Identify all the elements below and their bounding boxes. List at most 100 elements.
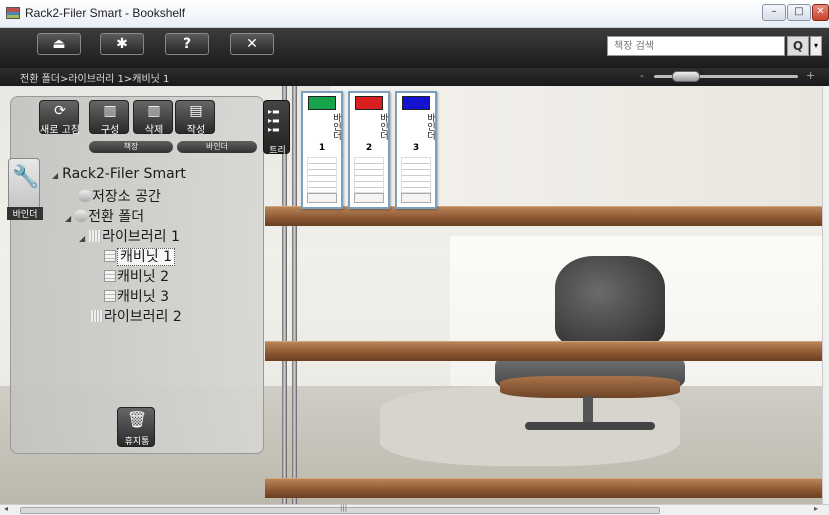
binder-tab[interactable]: 🔧 바인더 [7,158,43,220]
gear-icon: ✱ [116,36,128,52]
bookshelf-icon: ▥ [103,103,117,119]
binder-title: 바인더 [378,112,388,140]
binder-add-icon: ▤ [189,103,203,119]
binder-color-label [355,96,383,110]
tree-node-label: 캐비닛 1 [117,248,175,266]
expand-arrow-icon: ◢ [52,171,59,180]
binder-spine-lines [401,157,431,193]
binder-ring-hole [354,193,384,203]
chevron-down-icon: ▾ [813,41,818,50]
window-title: Rack2-Filer Smart - Bookshelf [25,6,186,20]
binder-title: 바인더 [331,112,341,140]
zoom-out-button[interactable]: - [640,69,644,82]
tree-node-label: 라이브러리 1 [102,229,180,245]
trash-label: 휴지통 [124,437,150,447]
minimize-button[interactable]: – [762,4,786,21]
exit-button[interactable]: ✕ [230,33,274,55]
vertical-scrollbar[interactable] [822,86,829,504]
scroll-right-icon[interactable]: ▸ [814,504,818,513]
tree-node-label: Rack2-Filer Smart [62,166,186,182]
search-icon: Q [792,39,804,53]
zoom-slider-thumb[interactable] [671,71,700,82]
binder-spine-lines [307,157,337,193]
binder-ring-hole [307,193,337,203]
search-options-dropdown[interactable]: ▾ [810,36,822,56]
close-window-button[interactable]: ✕ [812,4,829,21]
scroll-left-icon[interactable]: ◂ [4,504,8,513]
trash-button[interactable]: 🗑 휴지통 [117,407,155,447]
horizontal-scrollbar[interactable]: ◂ ||| ▸ [0,504,829,515]
shelf-board-1 [265,206,822,226]
bookshelf-delete-icon: ▥ [147,103,161,119]
tree-node-storage[interactable]: 저장소 공간 [79,186,161,206]
binder-color-label [402,96,430,110]
compose-label: 구성 [100,125,120,136]
wrench-icon: 🔧 [12,165,40,190]
delete-label: 삭제 [144,125,164,136]
breadcrumb: 전환 폴더>라이브러리 1>캐비닛 1 [20,74,170,85]
scrollbar-grip-icon: ||| [340,504,348,512]
lounge-chair-base [525,422,655,430]
tree-tab-label: 트리 [269,146,286,156]
close-icon: ✕ [246,36,258,52]
search-button[interactable]: Q [787,36,809,56]
delete-bookshelf-button[interactable]: ▥ 삭제 [133,100,173,136]
tree-node-cabinet-3[interactable]: 캐비닛 3 [104,286,169,306]
binder-ring-hole [401,193,431,203]
library-icon [91,310,103,322]
binder-tab-label: 바인더 [7,207,43,220]
eject-button[interactable]: ⏏ [37,33,81,55]
binder-number: 1 [318,143,326,153]
cabinet-icon [104,290,116,302]
tree-node-cabinet-1[interactable]: 캐비닛 1 [104,246,175,266]
binder-1[interactable]: 바인더 1 [301,91,343,209]
expand-arrow-icon: ◢ [65,214,72,223]
refresh-icon: ⟳ [54,103,66,119]
tree-node-label: 라이브러리 2 [104,309,182,325]
storage-icon [75,210,88,222]
lounge-chair-back [555,256,665,346]
storage-icon [79,190,91,202]
shelf-pole [292,86,297,504]
tree-node-label: 캐비닛 3 [117,289,169,305]
tree-node-convert-folder[interactable]: ◢ 전환 폴더 [65,206,144,226]
eject-icon: ⏏ [52,36,66,52]
help-icon: ? [182,36,192,52]
binder-title: 바인더 [425,112,435,140]
library-icon [89,230,102,242]
maximize-button[interactable]: □ [787,4,811,21]
tree-node-library-1[interactable]: ◢ 라이브러리 1 [79,226,180,246]
tree-node-label: 저장소 공간 [92,189,161,205]
cabinet-icon [104,250,116,262]
bookshelf-group-label: 책장 [89,141,173,153]
refresh-label: 새로 고침 [40,125,80,136]
binder-color-label [308,96,336,110]
binder-number: 2 [365,143,373,153]
settings-button[interactable]: ✱ [100,33,144,55]
create-binder-button[interactable]: ▤ 작성 [175,100,215,136]
tree-node-label: 캐비닛 2 [117,269,169,285]
create-label: 작성 [186,125,206,136]
bookshelf-search-input[interactable] [607,36,785,56]
refresh-button[interactable]: ⟳ 새로 고침 [39,100,80,136]
tree-tab[interactable]: ▸▬ ▸▬ ▸▬ 트리 [263,100,290,156]
cabinet-icon [104,270,116,282]
zoom-in-button[interactable]: + [806,69,815,82]
binder-2[interactable]: 바인더 2 [348,91,390,209]
tree-node-root[interactable]: ◢ Rack2-Filer Smart [52,166,186,182]
compose-bookshelf-button[interactable]: ▥ 구성 [89,100,129,136]
app-icon [6,7,20,19]
binder-3[interactable]: 바인더 3 [395,91,437,209]
binder-group-label: 바인더 [177,141,257,153]
tree-node-cabinet-2[interactable]: 캐비닛 2 [104,266,169,286]
tree-icon: ▸▬ ▸▬ ▸▬ [268,107,280,134]
breadcrumb-bar: 전환 폴더>라이브러리 1>캐비닛 1 - + [0,68,829,86]
shelf-board-2 [265,341,822,361]
tree-node-label: 전환 폴더 [88,209,145,225]
binder-number: 3 [412,143,420,153]
help-button[interactable]: ? [165,33,209,55]
toolbar: ⏏ ✱ ? ✕ Q ▾ [0,28,829,68]
binder-spine-lines [354,157,384,193]
expand-arrow-icon: ◢ [79,234,86,243]
tree-node-library-2[interactable]: 라이브러리 2 [91,306,182,326]
